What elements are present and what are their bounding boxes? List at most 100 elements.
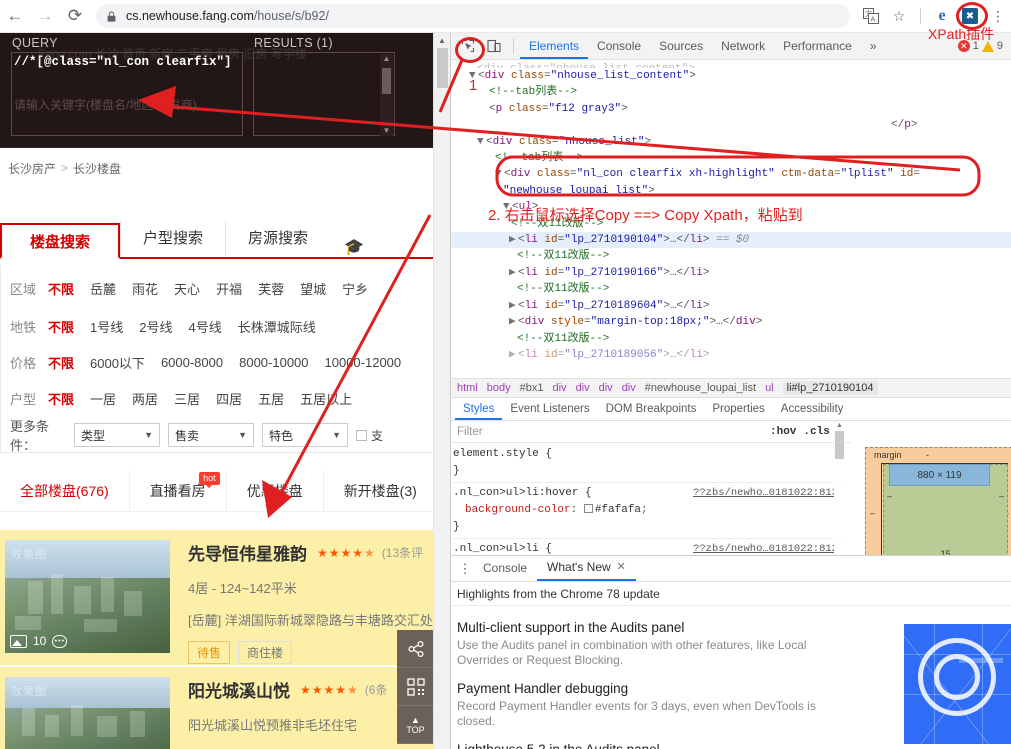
filter-option-price-4[interactable]: 10000-12000 [325, 355, 402, 370]
scroll-thumb[interactable] [835, 431, 844, 459]
listing-thumbnail[interactable]: 效果图 [5, 677, 170, 749]
checkbox-support[interactable]: 支 [356, 427, 383, 444]
scroll-up-arrow-icon[interactable]: ▲ [438, 36, 446, 45]
filter-option-layout-3[interactable]: 三居 [174, 389, 200, 408]
translate-icon[interactable]: 文A [858, 3, 884, 29]
address-bar[interactable]: cs.newhouse.fang.com/house/s/b92/ [96, 4, 850, 28]
filter-option-subway-1[interactable]: 1号线 [90, 317, 123, 336]
cls-toggle[interactable]: .cls [803, 426, 829, 438]
filter-option-price-0[interactable]: 不限 [48, 353, 74, 372]
filter-option-region-3[interactable]: 天心 [174, 279, 200, 298]
select-sale[interactable]: 售卖 ▼ [168, 423, 254, 447]
scroll-up-arrow-icon[interactable]: ▲ [383, 55, 391, 63]
devtools-tab-elements[interactable]: Elements [520, 33, 589, 59]
xpath-results-box[interactable]: ▲ ▼ [253, 52, 395, 136]
inspect-element-icon[interactable] [455, 34, 481, 58]
box-model-margin-value[interactable]: - [926, 450, 929, 460]
scroll-thumb[interactable] [382, 68, 391, 94]
tab-loupan-search[interactable]: 楼盘搜索 [0, 223, 121, 259]
select-type[interactable]: 类型 ▼ [74, 423, 160, 447]
style-rule[interactable]: element.style { } [453, 446, 846, 483]
filter-option-subway-3[interactable]: 4号线 [188, 317, 221, 336]
filter-option-region-5[interactable]: 芙蓉 [258, 279, 284, 298]
dom-line-selected[interactable]: ▶ <li id="lp_2710190104">…</li> == $0 [451, 232, 1011, 249]
listing-tab-discount[interactable]: 优惠楼盘 [227, 469, 324, 512]
filter-option-layout-0[interactable]: 不限 [48, 389, 74, 408]
filter-option-region-1[interactable]: 岳麓 [90, 279, 116, 298]
styles-filter-input[interactable]: Filter [457, 426, 770, 438]
dom-line[interactable]: ▶ <li id="lp_2710190166">…</li> [451, 265, 1011, 281]
filter-option-region-4[interactable]: 开福 [216, 279, 242, 298]
dom-line[interactable]: <p class="f12 gray3"> [451, 101, 1011, 117]
breadcrumb-node-div-1[interactable]: div [553, 382, 567, 394]
breadcrumb-node-ul[interactable]: ul [765, 382, 774, 394]
more-options-icon[interactable]: ⋮ [457, 561, 473, 577]
listing-card[interactable]: 效果图 阳光城溪山悦 ★★★★★ (6条 阳光城溪山悦预推非毛坯住宅 [0, 667, 440, 749]
scroll-down-arrow-icon[interactable]: ▼ [383, 127, 391, 135]
xpath-results-scrollbar[interactable]: ▲ ▼ [380, 54, 393, 136]
tab-huxing-search[interactable]: 户型搜索 [120, 221, 225, 257]
filter-option-layout-6[interactable]: 五居以上 [300, 389, 352, 408]
device-toolbar-icon[interactable] [481, 34, 507, 58]
filter-option-region-6[interactable]: 望城 [300, 279, 326, 298]
color-swatch[interactable] [583, 504, 593, 513]
devtools-tab-network[interactable]: Network [712, 33, 774, 59]
styles-tab-styles[interactable]: Styles [455, 399, 503, 420]
style-rule[interactable]: .nl_con>ul>li:hover { ??zbs/newho…018102… [453, 485, 846, 539]
dom-line[interactable]: ▼ <div class="nhouse_list_content"> [451, 68, 1011, 84]
box-model-content[interactable]: 880 × 119 [889, 464, 990, 486]
filter-option-subway-0[interactable]: 不限 [48, 317, 74, 336]
filter-option-region-7[interactable]: 宁乡 [342, 279, 368, 298]
scroll-up-arrow-icon[interactable]: ▲ [834, 422, 845, 429]
listing-thumbnail[interactable]: 效果图 10 ••• [5, 540, 170, 653]
styles-tab-dom-breakpoints[interactable]: DOM Breakpoints [598, 399, 705, 420]
drawer-tab-whats-new[interactable]: What's New ✕ [537, 556, 636, 581]
style-declaration[interactable]: background-color: #fafafa; [453, 502, 846, 519]
listing-tab-new[interactable]: 新开楼盘(3) [324, 469, 438, 512]
breadcrumb-node-div-4[interactable]: div [622, 382, 636, 394]
dom-line[interactable]: ▼ <div class="nhouse_list"> [451, 134, 1011, 150]
scroll-thumb[interactable] [436, 48, 448, 88]
dom-line-cont[interactable]: "newhouse_loupai_list"> [451, 183, 1011, 199]
filter-option-price-1[interactable]: 6000以下 [90, 353, 145, 372]
breadcrumb-node-body[interactable]: body [487, 382, 511, 394]
back-to-top-button[interactable]: ▲ TOP [397, 706, 434, 744]
dom-line-highlighted[interactable]: ▼ <div class="nl_con clearfix xh-highligh… [451, 166, 1011, 182]
breadcrumb-node-li[interactable]: li#lp_2710190104 [782, 381, 878, 395]
breadcrumb-current[interactable]: 长沙楼盘 [73, 160, 121, 177]
filter-option-price-3[interactable]: 8000-10000 [239, 355, 308, 370]
dom-line[interactable]: ▶ <li id="lp_2710189604">…</li> [451, 298, 1011, 314]
tab-fangyuan-search[interactable]: 房源搜索 [225, 221, 330, 257]
listing-card[interactable]: 效果图 10 ••• 先导恒伟星雅韵 ★★★★★ (13条评 4居 - 124~… [0, 530, 440, 665]
devtools-tab-console[interactable]: Console [588, 33, 650, 59]
filter-option-subway-4[interactable]: 长株潭城际线 [238, 317, 316, 336]
breadcrumb-root[interactable]: 长沙房产 [0, 160, 56, 177]
filter-option-price-2[interactable]: 6000-8000 [161, 355, 223, 370]
styles-tab-event-listeners[interactable]: Event Listeners [502, 399, 597, 420]
devtools-tab-performance[interactable]: Performance [774, 33, 861, 59]
box-model-margin-left[interactable]: – [870, 508, 875, 518]
qrcode-button[interactable] [397, 668, 434, 706]
style-rule-source[interactable]: ??zbs/newho…0181022:813 [693, 485, 838, 502]
filter-option-subway-2[interactable]: 2号线 [139, 317, 172, 336]
graduation-cap-icon[interactable]: 🎓 [344, 237, 364, 257]
listing-tab-live[interactable]: 直播看房 hot [130, 469, 227, 512]
dom-line[interactable]: ▶ <div style="margin-top:18px;">…</div> [451, 314, 1011, 330]
devtools-tab-more[interactable]: » [861, 33, 886, 59]
star-icon[interactable]: ☆ [886, 3, 912, 29]
share-button[interactable] [397, 630, 434, 668]
breadcrumb-node-bx1[interactable]: #bx1 [520, 382, 544, 394]
back-arrow-icon[interactable]: ← [0, 1, 30, 31]
breadcrumb-node-html[interactable]: html [457, 382, 478, 394]
filter-option-layout-5[interactable]: 五居 [258, 389, 284, 408]
filter-option-layout-1[interactable]: 一居 [90, 389, 116, 408]
styles-tab-properties[interactable]: Properties [704, 399, 772, 420]
breadcrumb-node-div-2[interactable]: div [576, 382, 590, 394]
filter-option-layout-4[interactable]: 四居 [216, 389, 242, 408]
filter-option-region-2[interactable]: 雨花 [132, 279, 158, 298]
box-model-padding-left[interactable]: – [887, 491, 892, 501]
drawer-tab-console[interactable]: Console [473, 556, 537, 581]
filter-option-layout-2[interactable]: 两居 [132, 389, 158, 408]
listing-title-row[interactable]: 先导恒伟星雅韵 ★★★★★ (13条评 [188, 540, 440, 565]
breadcrumb-node-loupai-list[interactable]: #newhouse_loupai_list [645, 382, 756, 394]
